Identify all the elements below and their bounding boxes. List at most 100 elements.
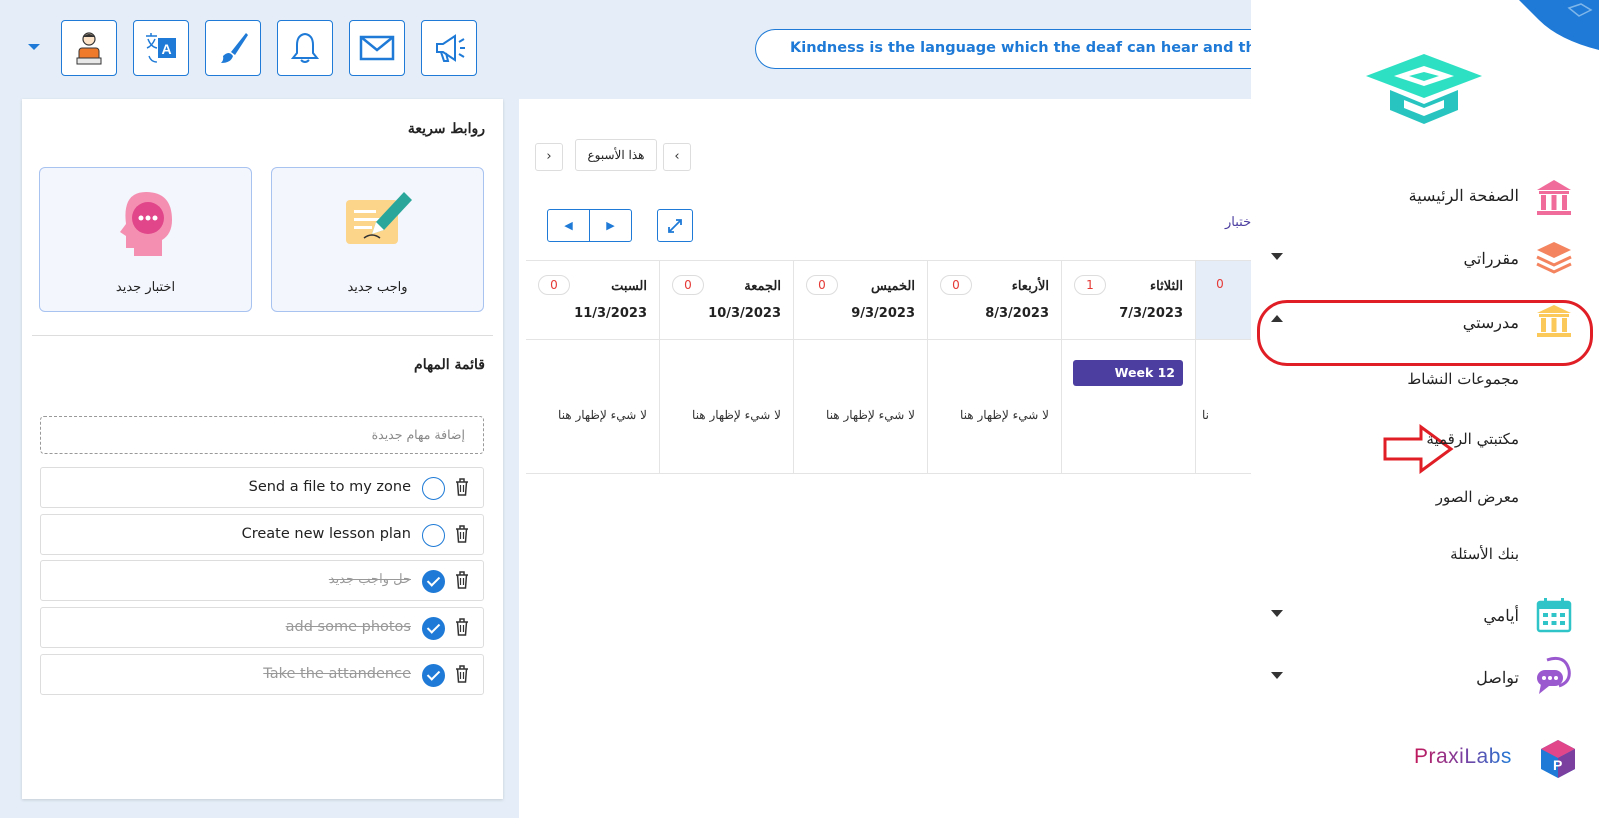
next-week-button[interactable]: › <box>535 143 563 171</box>
nav-communicate[interactable]: تواصل <box>1476 668 1519 687</box>
day-header-today: 0 <box>1196 260 1259 340</box>
nav-activity-groups[interactable]: مجموعات النشاط <box>1407 370 1519 388</box>
day-cell[interactable]: لا شيء لإظهار هنا <box>526 340 660 474</box>
tasks-title: قائمة المهام <box>414 357 485 373</box>
expand-icon <box>668 218 682 233</box>
day-name: الأربعاء <box>1011 279 1049 294</box>
translate-button[interactable]: A <box>133 20 189 76</box>
task-item: Take the attandence <box>40 654 484 695</box>
day-cell[interactable]: لا شيء لإظهار هنا <box>794 340 928 474</box>
chat-icon <box>1537 656 1571 694</box>
task-checkbox[interactable] <box>422 617 445 640</box>
day-date: 10/3/2023 <box>708 306 781 321</box>
day-cell[interactable]: لا شيء لإظهار هنا <box>928 340 1062 474</box>
homework-pen-icon <box>345 192 412 244</box>
calendar-icon <box>1536 598 1572 633</box>
task-item: Send a file to my zone <box>40 467 484 508</box>
task-checkbox[interactable] <box>422 477 445 500</box>
empty-day-text: نا <box>1202 408 1209 422</box>
task-text: حل واجب جديد <box>328 572 411 587</box>
new-task-input[interactable]: إضافة مهام جديدة <box>40 416 484 454</box>
task-checkbox[interactable] <box>422 524 445 547</box>
quote-banner: Kindness is the language which the deaf … <box>755 29 1275 69</box>
new-quiz-label: اختبار جديد <box>115 280 176 295</box>
school-caret-icon[interactable] <box>1271 315 1283 322</box>
days-caret-icon[interactable] <box>1271 610 1283 617</box>
trash-icon[interactable] <box>455 665 469 683</box>
day-name: الثلاثاء <box>1150 279 1183 294</box>
pager-right-icon[interactable]: ▶ <box>590 210 631 241</box>
day-header-thursday: 0 الخميس 9/3/2023 <box>794 260 928 340</box>
new-homework-label: واجب جديد <box>347 280 408 295</box>
expand-button[interactable] <box>657 209 693 242</box>
calendar-pager: ◀ ▶ <box>547 209 632 242</box>
day-date: 7/3/2023 <box>1119 306 1183 321</box>
day-cell[interactable]: لا شيء لإظهار هنا <box>660 340 794 474</box>
announcements-button[interactable] <box>421 20 477 76</box>
day-header-saturday: 0 السبت 11/3/2023 <box>526 260 660 340</box>
sidebar: الصفحة الرئيسية مقرراتي مدرستي مجموعات ا… <box>1251 0 1599 818</box>
task-checkbox[interactable] <box>422 664 445 687</box>
prev-week-button[interactable]: ‹ <box>663 143 691 171</box>
task-text: Take the attandence <box>263 666 411 682</box>
quick-panel: روابط سريعة واجب جديد اختبار جديد قائمة … <box>22 99 503 799</box>
pager-left-icon[interactable]: ◀ <box>548 210 590 241</box>
day-name: السبت <box>611 279 647 294</box>
task-item: Create new lesson plan <box>40 514 484 555</box>
teacher-icon <box>76 32 102 65</box>
day-cell[interactable]: نا <box>1196 340 1259 474</box>
task-text: add some photos <box>285 619 411 635</box>
day-header-tuesday: 1 الثلاثاء 7/3/2023 <box>1062 260 1196 340</box>
task-checkbox[interactable] <box>422 570 445 593</box>
day-date: 11/3/2023 <box>574 306 647 321</box>
day-header-friday: 0 الجمعة 10/3/2023 <box>660 260 794 340</box>
task-text: Create new lesson plan <box>241 526 411 542</box>
trash-icon[interactable] <box>455 525 469 543</box>
new-quiz-card[interactable]: اختبار جديد <box>39 167 252 312</box>
task-text: Send a file to my zone <box>248 479 411 495</box>
empty-day-text: لا شيء لإظهار هنا <box>558 408 647 422</box>
home-icon <box>1537 180 1571 215</box>
empty-day-text: لا شيء لإظهار هنا <box>960 408 1049 422</box>
mail-icon <box>359 35 395 61</box>
books-icon <box>1536 242 1572 274</box>
task-item: حل واجب جديد <box>40 560 484 601</box>
day-date: 9/3/2023 <box>851 306 915 321</box>
new-quiz-link[interactable]: ختبار <box>1225 215 1251 230</box>
brush-icon <box>221 33 248 63</box>
notifications-button[interactable] <box>277 20 333 76</box>
corner-decoration-icon <box>1519 0 1599 50</box>
communicate-caret-icon[interactable] <box>1271 672 1283 679</box>
trash-icon[interactable] <box>455 571 469 589</box>
messages-button[interactable] <box>349 20 405 76</box>
translate-icon: A <box>146 33 176 63</box>
profile-button[interactable] <box>61 20 117 76</box>
dropdown-caret-icon[interactable] <box>28 44 40 50</box>
day-cell[interactable]: Week 12 <box>1062 340 1196 474</box>
day-header-wednesday: 0 الأربعاء 8/3/2023 <box>928 260 1062 340</box>
nav-question-bank[interactable]: بنك الأسئلة <box>1450 545 1519 563</box>
task-item: add some photos <box>40 607 484 648</box>
this-week-button[interactable]: هذا الأسبوع <box>575 139 657 171</box>
nav-my-days[interactable]: أيامي <box>1483 606 1519 625</box>
event-count-badge: 0 <box>940 275 972 295</box>
week-event[interactable]: Week 12 <box>1073 360 1183 386</box>
event-count-badge: 0 <box>1216 277 1224 291</box>
trash-icon[interactable] <box>455 618 469 636</box>
nav-my-courses[interactable]: مقرراتي <box>1464 249 1519 268</box>
theme-button[interactable] <box>205 20 261 76</box>
event-count-badge: 0 <box>672 275 704 295</box>
trash-icon[interactable] <box>455 478 469 496</box>
courses-caret-icon[interactable] <box>1271 253 1283 260</box>
praxilabs-link[interactable]: PraxiLabs <box>1414 745 1512 769</box>
nav-digital-library[interactable]: مكتبتي الرقمية <box>1426 430 1519 448</box>
new-homework-card[interactable]: واجب جديد <box>271 167 484 312</box>
event-count-badge: 0 <box>538 275 570 295</box>
nav-my-school[interactable]: مدرستي <box>1463 313 1519 332</box>
svg-text:A: A <box>162 41 172 57</box>
school-logo <box>1366 54 1482 124</box>
nav-home[interactable]: الصفحة الرئيسية <box>1409 186 1519 205</box>
bell-icon <box>290 32 320 63</box>
nav-photo-gallery[interactable]: معرض الصور <box>1436 488 1519 506</box>
praxilabs-logo-icon: P <box>1541 740 1575 778</box>
